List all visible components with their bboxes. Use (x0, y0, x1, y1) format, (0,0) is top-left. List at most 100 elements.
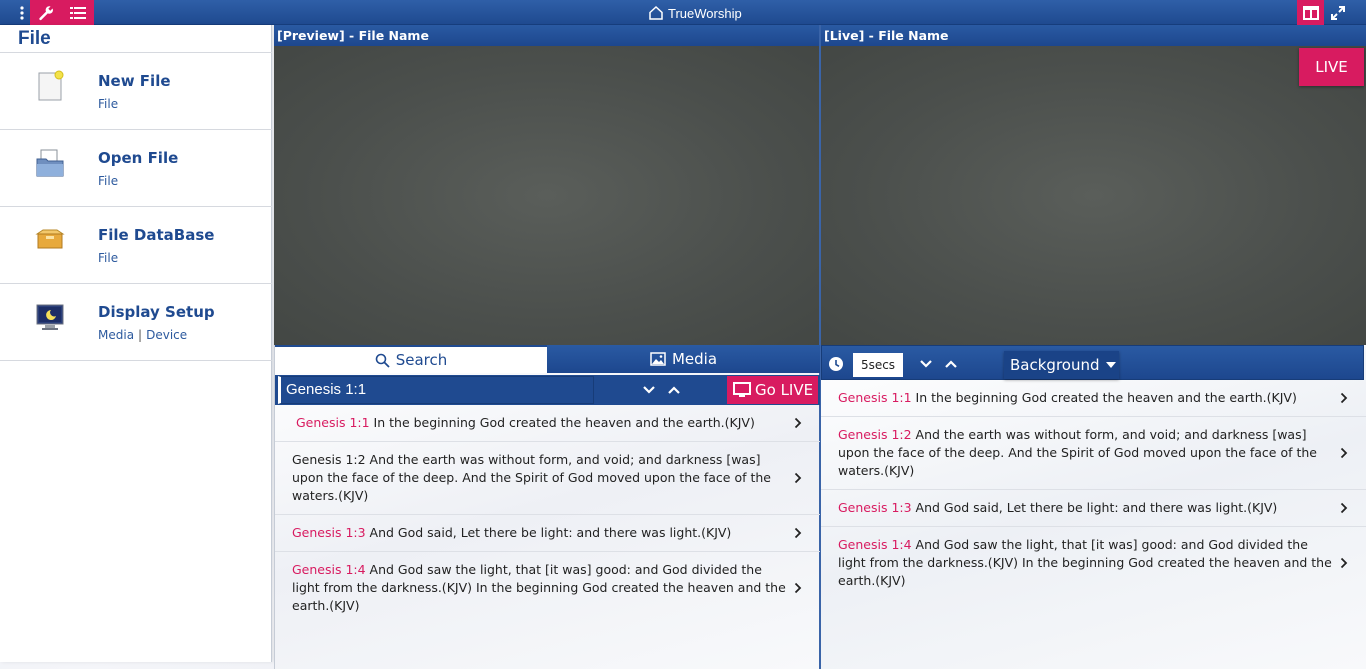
menu-item-sub: File (98, 251, 118, 265)
clock-icon[interactable] (828, 356, 844, 372)
verse-ref: Genesis 1:4 (292, 562, 366, 577)
menu-item-sub-link[interactable]: File (98, 251, 118, 265)
go-live-label: Go LIVE (755, 381, 814, 399)
preview-verse-list: Genesis 1:1 In the beginning God created… (275, 405, 820, 624)
live-badge[interactable]: LIVE (1299, 48, 1364, 86)
chevron-right-icon (794, 472, 802, 484)
chevron-right-icon (794, 417, 802, 429)
search-panel: Search Media Genesis 1:1 Go LIVE Genesis… (274, 345, 820, 669)
file-menu: File New File File Open File File File D… (0, 25, 272, 662)
verse-text: And God said, Let there be light: and th… (911, 500, 1278, 515)
next-button[interactable] (916, 354, 936, 374)
menu-item-sub: Media | Device (98, 328, 188, 342)
list-item[interactable]: Genesis 1:3 And God said, Let there be l… (821, 490, 1366, 527)
preview-screen (274, 46, 819, 345)
open-file-icon (34, 147, 66, 179)
verse-text: In the beginning God created the heaven … (911, 390, 1297, 405)
image-icon (650, 352, 666, 366)
verse-text: In the beginning God created the heaven … (369, 415, 755, 430)
list-item[interactable]: Genesis 1:2 And the earth was without fo… (275, 442, 820, 515)
verse-ref: Genesis 1:3 (292, 525, 366, 540)
interval-input[interactable]: 5secs (853, 353, 903, 377)
wrench-icon (39, 5, 53, 20)
more-vertical-icon[interactable] (14, 4, 30, 22)
menu-item-new-file[interactable]: New File File (0, 53, 272, 130)
home-icon (649, 5, 663, 20)
app-title: TrueWorship (648, 3, 742, 23)
list-item[interactable]: Genesis 1:2 And the earth was without fo… (821, 417, 1366, 490)
go-live-button[interactable]: Go LIVE (727, 376, 818, 404)
verse-ref: Genesis 1:1 (296, 415, 370, 430)
tab-search-label: Search (395, 351, 448, 369)
verse-ref: Genesis 1:2 (292, 452, 366, 467)
new-file-icon (34, 70, 66, 102)
wrench-button[interactable] (30, 0, 62, 25)
menu-item-sub-link[interactable]: File (98, 97, 118, 111)
menu-item-sub-link[interactable]: File (98, 174, 118, 188)
tab-search[interactable]: Search (275, 345, 547, 373)
search-input[interactable]: Genesis 1:1 (278, 376, 594, 404)
search-icon (375, 353, 390, 368)
live-verse-list: Genesis 1:1 In the beginning God created… (821, 380, 1366, 599)
chevron-right-icon (1340, 447, 1348, 459)
menu-title: File (18, 28, 51, 49)
menu-item-label: New File (98, 72, 171, 90)
list-item[interactable]: Genesis 1:1 In the beginning God created… (821, 380, 1366, 417)
app-title-text: TrueWorship (668, 5, 742, 21)
menu-item-open-file[interactable]: Open File File (0, 130, 272, 207)
menu-item-sub-device[interactable]: Device (146, 328, 187, 342)
background-dropdown[interactable]: Background (1004, 351, 1119, 379)
chevron-right-icon (794, 527, 802, 539)
expand-icon (1331, 5, 1345, 20)
menu-item-sub: File (98, 97, 118, 111)
list-icon (70, 6, 86, 19)
file-database-icon (34, 224, 66, 256)
list-item[interactable]: Genesis 1:4 And God saw the light, that … (275, 552, 820, 624)
menu-item-display-setup[interactable]: Display Setup Media | Device (0, 284, 272, 361)
display-setup-icon (34, 301, 66, 333)
live-header: [Live] - File Name (821, 25, 1366, 46)
menu-item-sub-media[interactable]: Media (98, 328, 134, 342)
verse-ref: Genesis 1:2 (838, 427, 912, 442)
list-item[interactable]: Genesis 1:3 And God said, Let there be l… (275, 515, 820, 552)
chevron-right-icon (1340, 392, 1348, 404)
list-item[interactable]: Genesis 1:1 In the beginning God created… (275, 405, 820, 442)
next-button[interactable] (639, 380, 659, 400)
live-screen (821, 46, 1366, 345)
live-toolbar: 5secs Background (821, 345, 1364, 380)
verse-text: And God said, Let there be light: and th… (365, 525, 732, 540)
chevron-up-icon (945, 360, 957, 368)
preview-header: [Preview] - File Name (274, 25, 819, 46)
verse-ref: Genesis 1:4 (838, 537, 912, 552)
chevron-down-icon (643, 386, 655, 394)
list-button[interactable] (62, 0, 94, 25)
verse-text: And God saw the light, that [it was] goo… (292, 562, 786, 613)
previous-button[interactable] (664, 380, 684, 400)
fullscreen-button[interactable] (1324, 0, 1352, 25)
monitor-icon (733, 382, 751, 397)
split-layout-icon (1302, 5, 1319, 20)
verse-ref: Genesis 1:1 (838, 390, 912, 405)
chevron-right-icon (1340, 502, 1348, 514)
caret-down-icon (1105, 362, 1116, 368)
menu-item-file-database[interactable]: File DataBase File (0, 207, 272, 284)
chevron-down-icon (920, 360, 932, 368)
chevron-up-icon (668, 386, 680, 394)
layout-button[interactable] (1297, 0, 1324, 25)
verse-ref: Genesis 1:3 (838, 500, 912, 515)
previous-button[interactable] (941, 354, 961, 374)
chevron-right-icon (1340, 557, 1348, 569)
menu-item-label: File DataBase (98, 226, 215, 244)
search-bar: Genesis 1:1 Go LIVE (275, 375, 820, 405)
chevron-right-icon (794, 582, 802, 594)
list-item[interactable]: Genesis 1:4 And God saw the light, that … (821, 527, 1366, 599)
background-label: Background (1010, 356, 1100, 374)
tab-media-label: Media (671, 350, 718, 368)
tab-media[interactable]: Media (547, 345, 820, 373)
menu-item-label: Display Setup (98, 303, 215, 321)
menu-item-label: Open File (98, 149, 179, 167)
verse-text: And God saw the light, that [it was] goo… (838, 537, 1332, 588)
live-panel: 5secs Background Genesis 1:1 In the begi… (821, 345, 1366, 669)
menu-item-sub: File (98, 174, 118, 188)
top-bar: TrueWorship (0, 0, 1366, 25)
